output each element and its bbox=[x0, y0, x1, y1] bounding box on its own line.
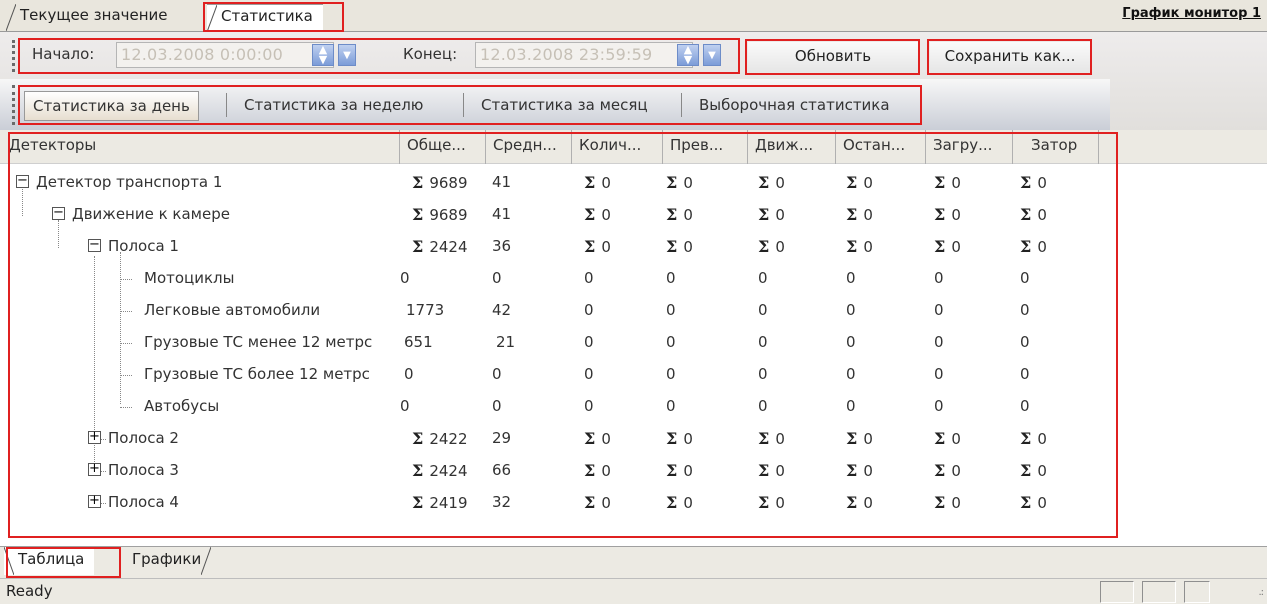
highlight-table-tab bbox=[6, 547, 121, 578]
toolbar-grip[interactable] bbox=[12, 85, 16, 125]
highlight-date-range bbox=[18, 38, 740, 74]
date-range-row: Начало: 12.03.2008 0:00:00 ▲ ▼ ▼ Конец: 1… bbox=[0, 32, 1110, 78]
tab-current-value-label: Текущее значение bbox=[20, 6, 168, 24]
highlight-save-as bbox=[927, 39, 1092, 75]
statistics-window: Текущее значение Статистика График монит… bbox=[0, 0, 1267, 604]
tab-edge-icon bbox=[6, 4, 16, 31]
resize-grip-icon[interactable]: .: bbox=[1258, 587, 1263, 598]
statistics-table: Детекторы Обще... Средн... Колич... Прев… bbox=[0, 130, 1267, 546]
status-panel bbox=[1100, 581, 1134, 603]
tab-graphs-label: Графики bbox=[132, 550, 202, 568]
monitor-title-link[interactable]: График монитор 1 bbox=[1122, 6, 1261, 21]
highlight-period-tabs bbox=[18, 85, 922, 125]
tab-graphs[interactable]: Графики bbox=[118, 547, 212, 575]
status-text: Ready bbox=[6, 582, 53, 600]
status-panel bbox=[1184, 581, 1210, 603]
toolbar-grip[interactable] bbox=[12, 40, 16, 72]
highlight-statistics-tab bbox=[203, 2, 344, 32]
highlight-table bbox=[8, 132, 1118, 538]
tab-current-value[interactable]: Текущее значение bbox=[6, 4, 178, 31]
status-bar: Ready .: bbox=[0, 578, 1267, 604]
toolbar: Начало: 12.03.2008 0:00:00 ▲ ▼ ▼ Конец: 1… bbox=[0, 32, 1267, 131]
period-tabs-row: Статистика за день Статистика за неделю … bbox=[0, 79, 1110, 131]
status-panel bbox=[1142, 581, 1176, 603]
view-tab-strip: Таблица Графики bbox=[0, 546, 1267, 578]
highlight-refresh bbox=[745, 39, 920, 75]
tab-edge-icon bbox=[201, 547, 212, 575]
top-tab-strip: Текущее значение Статистика График монит… bbox=[0, 0, 1267, 32]
